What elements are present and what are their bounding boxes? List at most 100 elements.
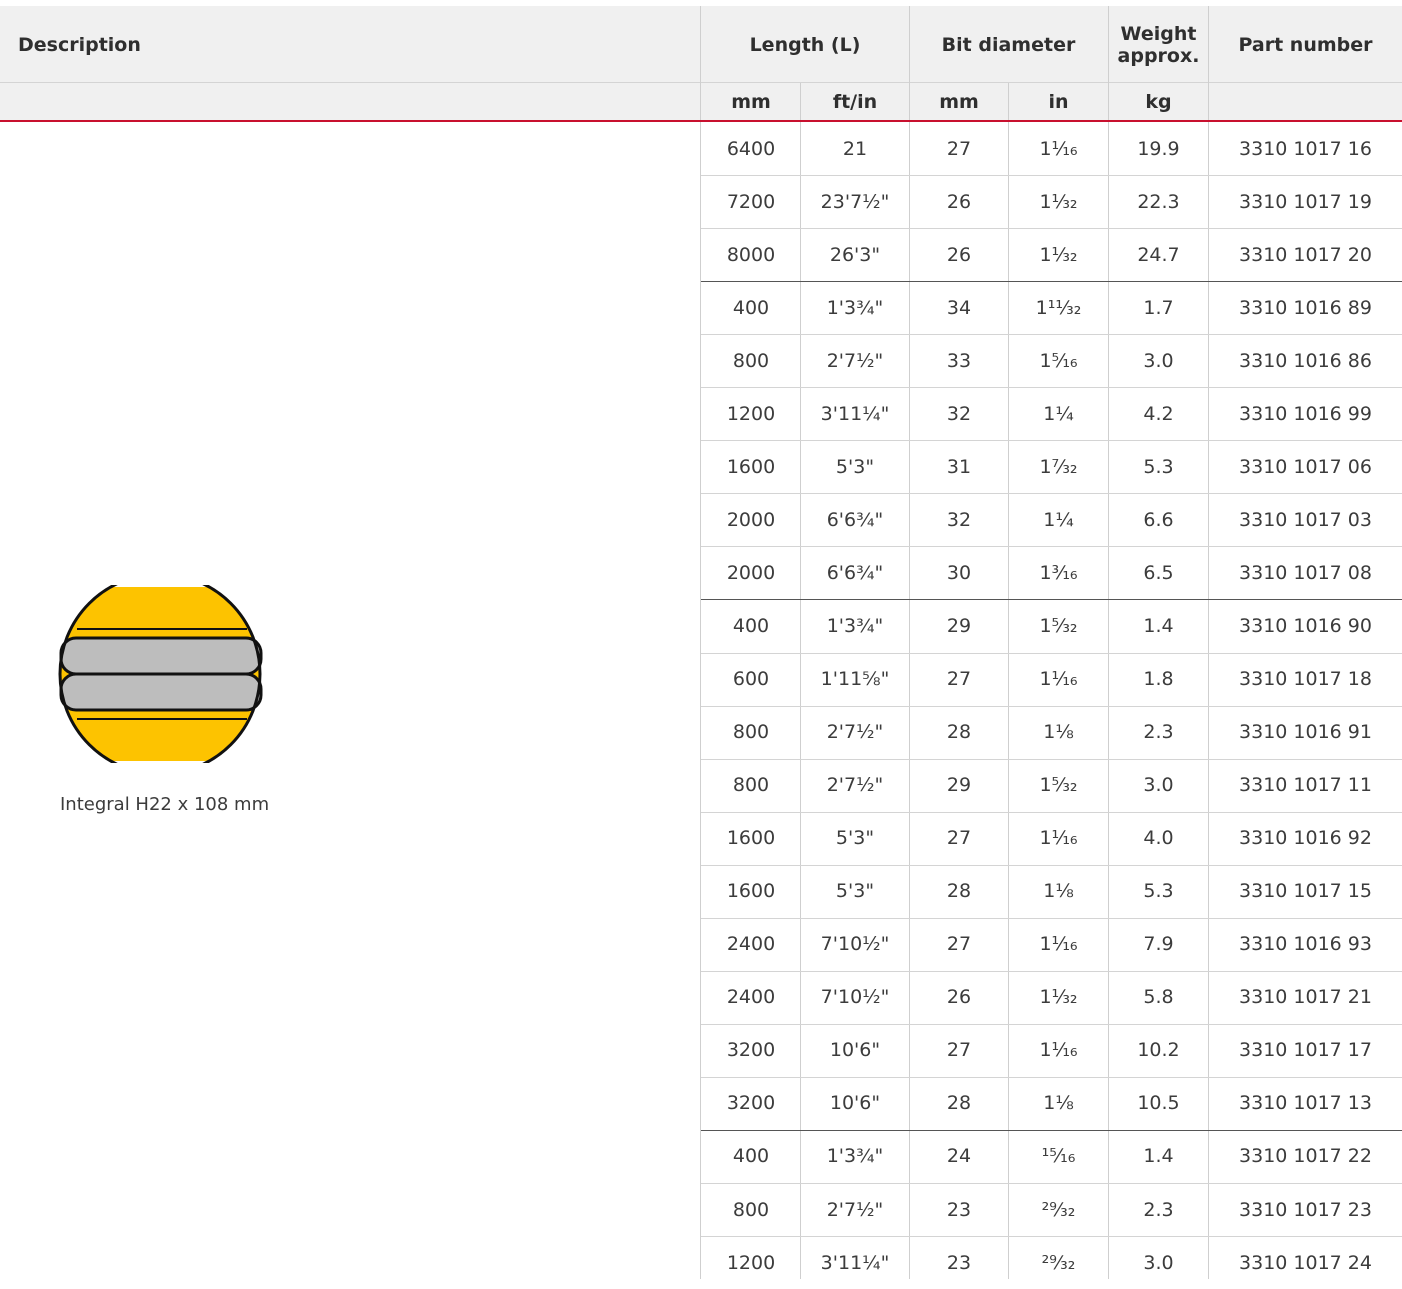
cell-diameter-in: 1¹⁄₃₂ — [1039, 986, 1078, 1009]
cell-length-mm: 3200 — [726, 1039, 776, 1062]
cell-length-ftin: 1'11⅝" — [820, 668, 890, 691]
cell-diameter-in: 1⁷⁄₃₂ — [1039, 455, 1078, 478]
cell-length-mm: 2000 — [726, 561, 776, 584]
cell-length-mm: 2400 — [726, 933, 776, 956]
cell-part-number: 3310 1017 18 — [1239, 668, 1372, 691]
cell-length-ftin: 10'6" — [829, 1039, 881, 1062]
cell-diameter-in: ¹⁵⁄₁₆ — [1041, 1145, 1076, 1168]
cell-diameter-mm: 32 — [946, 402, 972, 425]
cell-diameter-in: 1¹⁄₃₂ — [1039, 243, 1078, 266]
cell-length-mm: 400 — [732, 614, 770, 637]
cell-part-number: 3310 1017 08 — [1239, 561, 1372, 584]
cell-part-number: 3310 1017 15 — [1239, 880, 1372, 903]
cell-length-mm: 1200 — [726, 1251, 776, 1274]
cell-length-ftin: 3'11¼" — [820, 402, 890, 425]
cell-diameter-mm: 23 — [946, 1251, 972, 1274]
cell-part-number: 3310 1016 92 — [1239, 827, 1372, 850]
cell-length-mm: 400 — [732, 1145, 770, 1168]
cell-weight-kg: 4.0 — [1143, 827, 1174, 850]
cell-length-ftin: 2'7½" — [826, 774, 884, 797]
cell-length-ftin: 5'3" — [835, 880, 875, 903]
cell-diameter-in: ²⁹⁄₃₂ — [1041, 1251, 1076, 1274]
cell-diameter-in: 1¹⁄₁₆ — [1039, 668, 1078, 691]
cell-weight-kg: 10.5 — [1137, 1092, 1180, 1115]
cell-length-ftin: 7'10½" — [820, 986, 890, 1009]
cell-weight-kg: 5.3 — [1143, 455, 1174, 478]
cell-length-ftin: 2'7½" — [826, 1198, 884, 1221]
cell-diameter-mm: 23 — [946, 1198, 972, 1221]
cell-part-number: 3310 1017 11 — [1239, 774, 1372, 797]
cell-length-mm: 8000 — [726, 243, 776, 266]
cell-weight-kg: 6.5 — [1143, 561, 1174, 584]
cell-part-number: 3310 1017 13 — [1239, 1092, 1372, 1115]
cell-length-ftin: 1'3¾" — [826, 296, 884, 319]
cell-length-mm: 600 — [732, 668, 770, 691]
cell-diameter-mm: 26 — [946, 190, 972, 213]
cell-diameter-in: ²⁹⁄₃₂ — [1041, 1198, 1076, 1221]
cell-diameter-mm: 33 — [946, 349, 972, 372]
drill-rod-cross-section-icon — [58, 585, 263, 763]
cell-length-ftin: 5'3" — [835, 827, 875, 850]
cell-diameter-in: 1¹⁄₁₆ — [1039, 137, 1078, 160]
product-caption: Integral H22 x 108 mm — [60, 794, 270, 815]
cell-weight-kg: 1.4 — [1143, 1145, 1174, 1168]
cell-diameter-in: 1⅛ — [1043, 880, 1074, 903]
cell-part-number: 3310 1017 23 — [1239, 1198, 1372, 1221]
cell-length-mm: 1200 — [726, 402, 776, 425]
cell-length-mm: 1600 — [726, 880, 776, 903]
cell-length-ftin: 23'7½" — [820, 190, 890, 213]
cell-diameter-mm: 31 — [946, 455, 972, 478]
cell-length-ftin: 6'6¾" — [826, 561, 884, 584]
cell-diameter-mm: 28 — [946, 1092, 972, 1115]
cell-weight-kg: 5.3 — [1143, 880, 1174, 903]
cell-weight-kg: 7.9 — [1143, 933, 1174, 956]
cell-part-number: 3310 1017 24 — [1239, 1251, 1372, 1274]
cell-diameter-in: 1⅛ — [1043, 721, 1074, 744]
header-weight: Weight approx. — [1108, 6, 1209, 83]
cell-length-mm: 400 — [732, 296, 770, 319]
header-length: Length (L) — [749, 33, 861, 56]
cell-diameter-mm: 34 — [946, 296, 972, 319]
cell-weight-kg: 2.3 — [1143, 1198, 1174, 1221]
header-bit-diameter: Bit diameter — [941, 33, 1076, 56]
cell-diameter-mm: 28 — [946, 721, 972, 744]
cell-diameter-in: 1⁵⁄₁₆ — [1039, 349, 1078, 372]
cell-length-mm: 6400 — [726, 137, 776, 160]
cell-length-ftin: 3'11¼" — [820, 1251, 890, 1274]
cell-diameter-in: 1¹⁄₁₆ — [1039, 933, 1078, 956]
cell-length-mm: 800 — [732, 1198, 770, 1221]
cell-length-mm: 800 — [732, 721, 770, 744]
cell-part-number: 3310 1017 16 — [1239, 137, 1372, 160]
cell-length-ftin: 26'3" — [829, 243, 881, 266]
cell-length-ftin: 10'6" — [829, 1092, 881, 1115]
cell-diameter-in: 1¹¹⁄₃₂ — [1035, 296, 1082, 319]
cell-weight-kg: 4.2 — [1143, 402, 1174, 425]
cell-part-number: 3310 1017 21 — [1239, 986, 1372, 1009]
cell-weight-kg: 3.0 — [1143, 774, 1174, 797]
cell-weight-kg: 22.3 — [1137, 190, 1180, 213]
cell-part-number: 3310 1016 91 — [1239, 721, 1372, 744]
cell-diameter-mm: 27 — [946, 137, 972, 160]
cell-weight-kg: 6.6 — [1143, 508, 1174, 531]
header-divider — [0, 82, 1402, 83]
cell-length-mm: 1600 — [726, 455, 776, 478]
cell-length-ftin: 1'3¾" — [826, 614, 884, 637]
unit-diameter-in: in — [1048, 91, 1069, 113]
unit-length-mm: mm — [731, 91, 771, 113]
cell-weight-kg: 24.7 — [1137, 243, 1180, 266]
cell-part-number: 3310 1016 89 — [1239, 296, 1372, 319]
cell-length-ftin: 5'3" — [835, 455, 875, 478]
cell-diameter-in: 1³⁄₁₆ — [1039, 561, 1078, 584]
cell-diameter-mm: 32 — [946, 508, 972, 531]
cell-diameter-in: 1¹⁄₁₆ — [1039, 827, 1078, 850]
cell-length-mm: 3200 — [726, 1092, 776, 1115]
cell-length-mm: 1600 — [726, 827, 776, 850]
cell-part-number: 3310 1016 99 — [1239, 402, 1372, 425]
cell-length-ftin: 1'3¾" — [826, 1145, 884, 1168]
cell-weight-kg: 10.2 — [1137, 1039, 1180, 1062]
cell-length-mm: 800 — [732, 774, 770, 797]
cell-diameter-in: 1¹⁄₃₂ — [1039, 190, 1078, 213]
cell-weight-kg: 3.0 — [1143, 349, 1174, 372]
cell-diameter-mm: 29 — [946, 774, 972, 797]
unit-weight-kg: kg — [1145, 91, 1172, 113]
